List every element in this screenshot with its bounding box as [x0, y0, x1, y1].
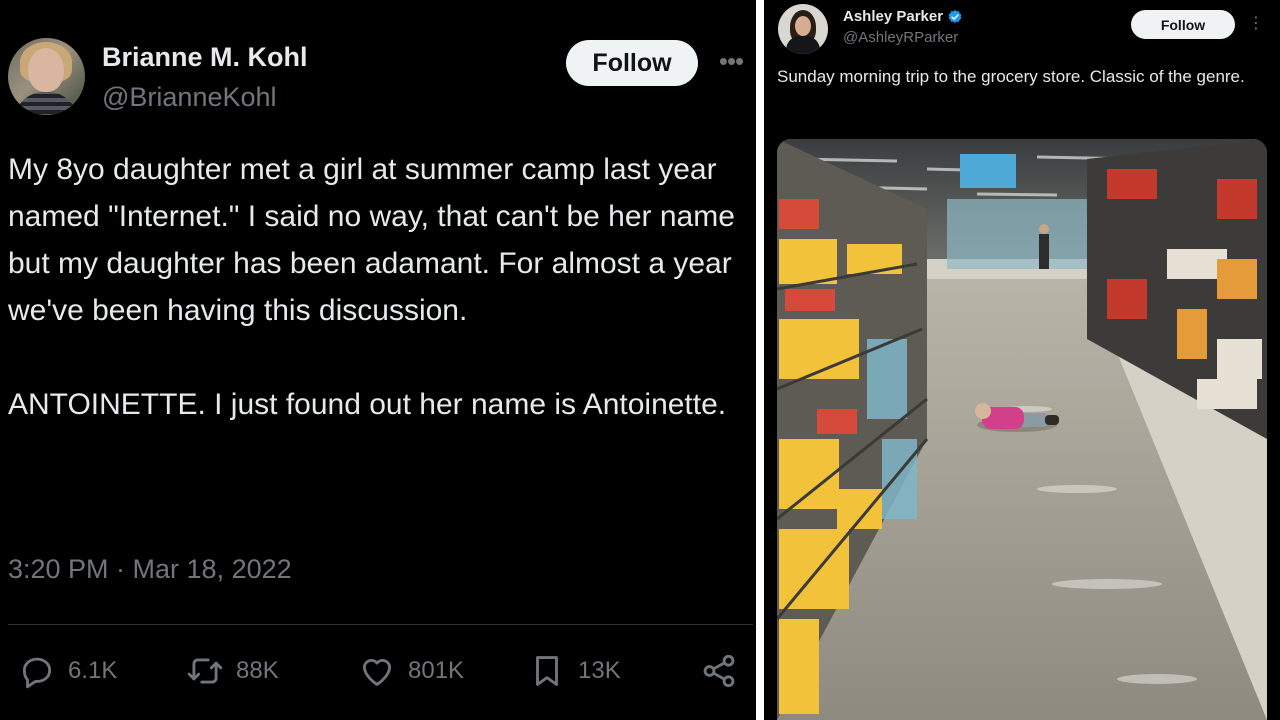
repost-count: 88K	[236, 657, 279, 684]
author-avatar[interactable]	[778, 4, 828, 54]
vertical-ellipsis-icon[interactable]: ⋮	[1248, 12, 1264, 36]
reply-count: 6.1K	[68, 657, 118, 684]
author-handle[interactable]: @AshleyRParker	[843, 29, 958, 46]
author-avatar[interactable]	[8, 38, 85, 115]
author-name[interactable]: Brianne M. Kohl	[102, 42, 308, 73]
tweet-timestamp[interactable]: 3:20 PM · Mar 18, 2022	[8, 554, 292, 585]
heart-icon	[362, 659, 392, 686]
follow-button[interactable]: Follow	[1131, 10, 1235, 39]
left-tweet-card: Brianne M. Kohl @BrianneKohl Follow ••• …	[0, 0, 756, 720]
tweet-actions-bar: 6.1K 88K 801K 13K	[0, 648, 756, 694]
like-button[interactable]: 801K	[358, 648, 464, 694]
follow-button[interactable]: Follow	[566, 40, 698, 86]
author-name-row[interactable]: Ashley Parker	[843, 8, 963, 25]
author-name: Ashley Parker	[843, 8, 944, 25]
verified-badge-icon	[948, 9, 962, 23]
bookmark-count: 13K	[578, 657, 621, 684]
reply-icon	[22, 657, 52, 689]
bookmark-icon	[536, 656, 558, 686]
author-handle[interactable]: @BrianneKohl	[102, 82, 277, 113]
repost-icon	[187, 658, 223, 684]
grocery-aisle-image	[777, 139, 1267, 720]
repost-button[interactable]: 88K	[186, 648, 279, 694]
share-icon	[703, 654, 735, 688]
tweet-photo[interactable]	[777, 139, 1267, 720]
like-count: 801K	[408, 657, 465, 684]
share-button[interactable]	[700, 648, 738, 694]
divider	[8, 624, 753, 625]
right-tweet-card: Ashley Parker @AshleyRParker Follow ⋮ Su…	[764, 0, 1280, 720]
reply-button[interactable]: 6.1K	[18, 648, 117, 694]
tweet-text: My 8yo daughter met a girl at summer cam…	[8, 153, 735, 421]
bookmark-button[interactable]: 13K	[528, 648, 621, 694]
more-options-icon[interactable]: •••	[716, 46, 746, 76]
tweet-text: Sunday morning trip to the grocery store…	[777, 67, 1245, 86]
